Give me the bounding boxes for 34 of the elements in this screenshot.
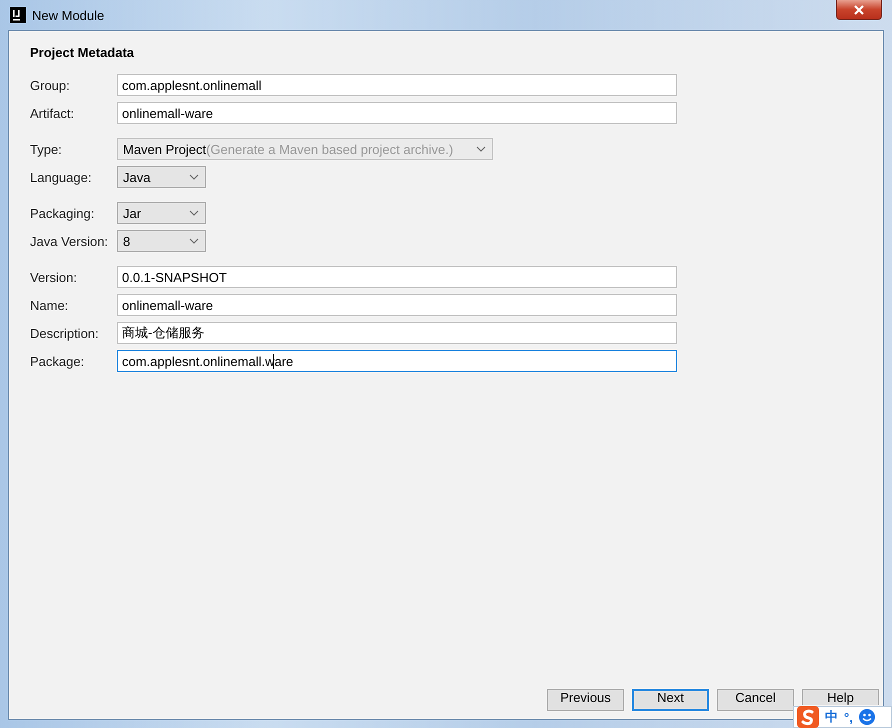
chevron-icon xyxy=(189,210,199,216)
dialog-button[interactable]: Next xyxy=(632,689,709,711)
chevron-icon xyxy=(189,174,199,180)
input-mode-toggle[interactable]: 中 xyxy=(825,708,838,726)
field-label: Language: xyxy=(30,170,92,184)
app-icon xyxy=(10,7,26,23)
section-title: Project Metadata xyxy=(30,45,136,60)
dialog-button[interactable]: Cancel xyxy=(717,689,794,711)
chevron-icon xyxy=(189,238,199,244)
field-label: Description: xyxy=(30,326,100,340)
text-field[interactable]: 商城-仓储服务 xyxy=(117,322,677,344)
dropdown[interactable]: Jar xyxy=(117,202,206,224)
close-icon xyxy=(853,4,865,14)
smiley-icon[interactable] xyxy=(858,709,875,725)
text-field[interactable]: onlinemall-ware xyxy=(117,102,677,124)
dropdown[interactable]: Java xyxy=(117,166,206,188)
chevron-icon xyxy=(476,146,486,152)
text-field[interactable]: 0.0.1-SNAPSHOT xyxy=(117,266,677,288)
field-label: Packaging: xyxy=(30,206,96,220)
field-label: Type: xyxy=(30,142,63,156)
close-button[interactable] xyxy=(836,0,882,20)
dialog-button[interactable]: Previous xyxy=(547,689,624,711)
field-label: Group: xyxy=(30,78,71,92)
field-label: Artifact: xyxy=(30,106,76,120)
text-field[interactable]: onlinemall-ware xyxy=(117,294,677,316)
field-label: Java Version: xyxy=(30,234,110,248)
window-title: New Module xyxy=(32,8,104,22)
text-field[interactable]: com.applesnt.onlinemall xyxy=(117,74,677,96)
field-label: Package: xyxy=(30,354,86,368)
field-label: Name: xyxy=(30,298,70,312)
field-label: Version: xyxy=(30,270,78,284)
dropdown[interactable]: 8 xyxy=(117,230,206,252)
dialog-button[interactable]: Help xyxy=(802,689,879,705)
punctuation-toggle[interactable]: °, xyxy=(844,710,853,724)
